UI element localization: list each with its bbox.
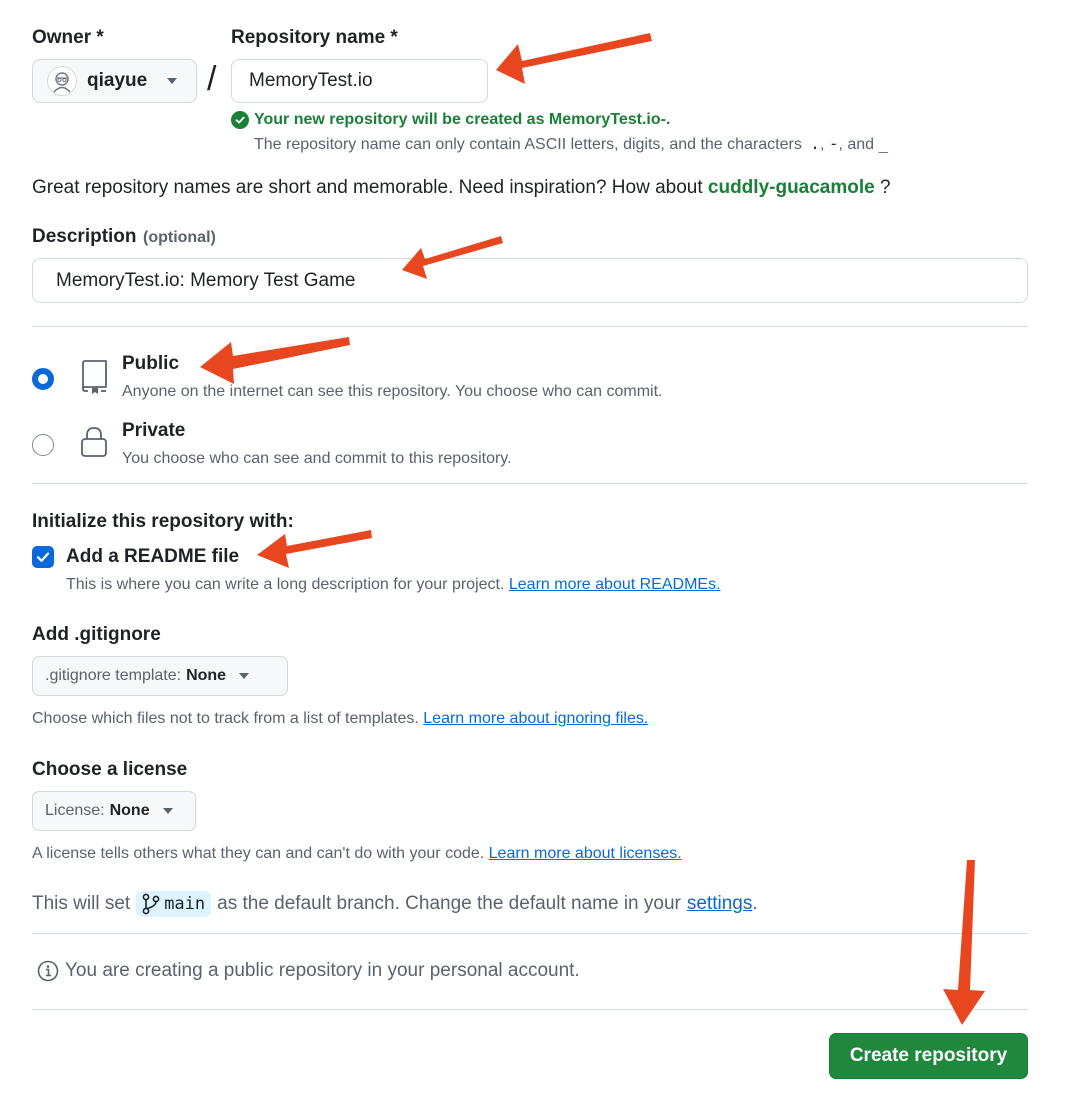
public-radio[interactable]	[32, 368, 54, 390]
divider	[32, 326, 1028, 327]
divider	[32, 933, 1028, 934]
git-branch-icon	[142, 893, 160, 915]
owner-label: Owner *	[32, 27, 104, 48]
arrow-annotation-icon	[496, 33, 652, 84]
branch-suffix: .	[752, 893, 758, 914]
gitignore-heading: Add .gitignore	[32, 624, 161, 645]
rule-char-dot: .	[810, 134, 820, 153]
gitignore-select-value: None	[186, 667, 227, 684]
check-circle-icon	[231, 111, 249, 129]
arrow-annotation-icon	[257, 530, 372, 568]
arrow-annotation-icon	[200, 337, 350, 384]
readme-description: This is where you can write a long descr…	[66, 576, 505, 593]
default-branch-chip: main	[136, 891, 212, 917]
inspiration-text: Great repository names are short and mem…	[32, 177, 703, 198]
chevron-down-icon	[239, 673, 250, 679]
repo-name-value: MemoryTest.io	[249, 70, 373, 91]
gitignore-template-select[interactable]: .gitignore template: None	[32, 656, 288, 696]
gitignore-learn-more-link[interactable]: Learn more about ignoring files.	[423, 710, 648, 727]
repo-success-message: Your new repository will be created as M…	[254, 111, 671, 128]
description-input[interactable]: MemoryTest.io: Memory Test Game	[32, 258, 1028, 303]
divider	[32, 1009, 1028, 1010]
rule-separator-1: ,	[819, 136, 825, 153]
init-heading: Initialize this repository with:	[32, 511, 294, 532]
readme-learn-more-link[interactable]: Learn more about READMEs.	[509, 576, 721, 593]
description-label: Description	[32, 226, 137, 247]
repo-name-input[interactable]: MemoryTest.io	[231, 59, 488, 103]
inspiration-suffix: ?	[880, 177, 891, 198]
chevron-down-icon	[167, 78, 178, 84]
private-description: You choose who can see and commit to thi…	[122, 450, 512, 467]
private-title: Private	[122, 420, 186, 441]
owner-name: qiayue	[87, 70, 148, 91]
readme-label[interactable]: Add a README file	[66, 546, 239, 568]
settings-link[interactable]: settings	[687, 893, 752, 915]
license-select-prefix: License:	[45, 802, 105, 819]
license-description: A license tells others what they can and…	[32, 845, 485, 862]
divider	[32, 483, 1028, 484]
default-branch-name: main	[164, 894, 206, 914]
public-repo-notice: You are creating a public repository in …	[65, 960, 580, 981]
repo-name-rules: The repository name can only contain ASC…	[254, 136, 802, 153]
private-radio[interactable]	[32, 434, 54, 456]
name-suggestion[interactable]: cuddly-guacamole	[708, 177, 875, 198]
checkmark-icon	[36, 552, 50, 562]
description-value: MemoryTest.io: Memory Test Game	[56, 269, 356, 291]
chevron-down-icon	[162, 808, 173, 814]
owner-repo-separator: /	[207, 60, 217, 98]
gitignore-select-prefix: .gitignore template:	[45, 667, 182, 684]
branch-middle: as the default branch. Change the defaul…	[217, 893, 681, 914]
repo-name-label: Repository name *	[231, 27, 398, 48]
gitignore-description: Choose which files not to track from a l…	[32, 710, 419, 727]
arrow-annotation-icon	[943, 860, 985, 1025]
repo-icon	[79, 359, 109, 400]
license-learn-more-link[interactable]: Learn more about licenses.	[489, 845, 682, 862]
public-description: Anyone on the internet can see this repo…	[122, 383, 663, 400]
description-optional: (optional)	[142, 229, 216, 246]
license-select-value: None	[109, 802, 150, 819]
info-icon	[37, 960, 59, 982]
owner-dropdown[interactable]: qiayue	[32, 59, 197, 103]
create-repository-button[interactable]: Create repository	[829, 1033, 1028, 1079]
license-select[interactable]: License: None	[32, 791, 196, 831]
avatar	[47, 66, 77, 96]
license-heading: Choose a license	[32, 759, 188, 780]
readme-checkbox[interactable]	[32, 546, 54, 568]
rule-separator-2: , and	[838, 136, 875, 153]
public-title: Public	[122, 353, 180, 374]
rule-char-underscore: _	[878, 134, 889, 153]
lock-icon	[80, 426, 108, 463]
branch-prefix: This will set	[32, 893, 131, 914]
